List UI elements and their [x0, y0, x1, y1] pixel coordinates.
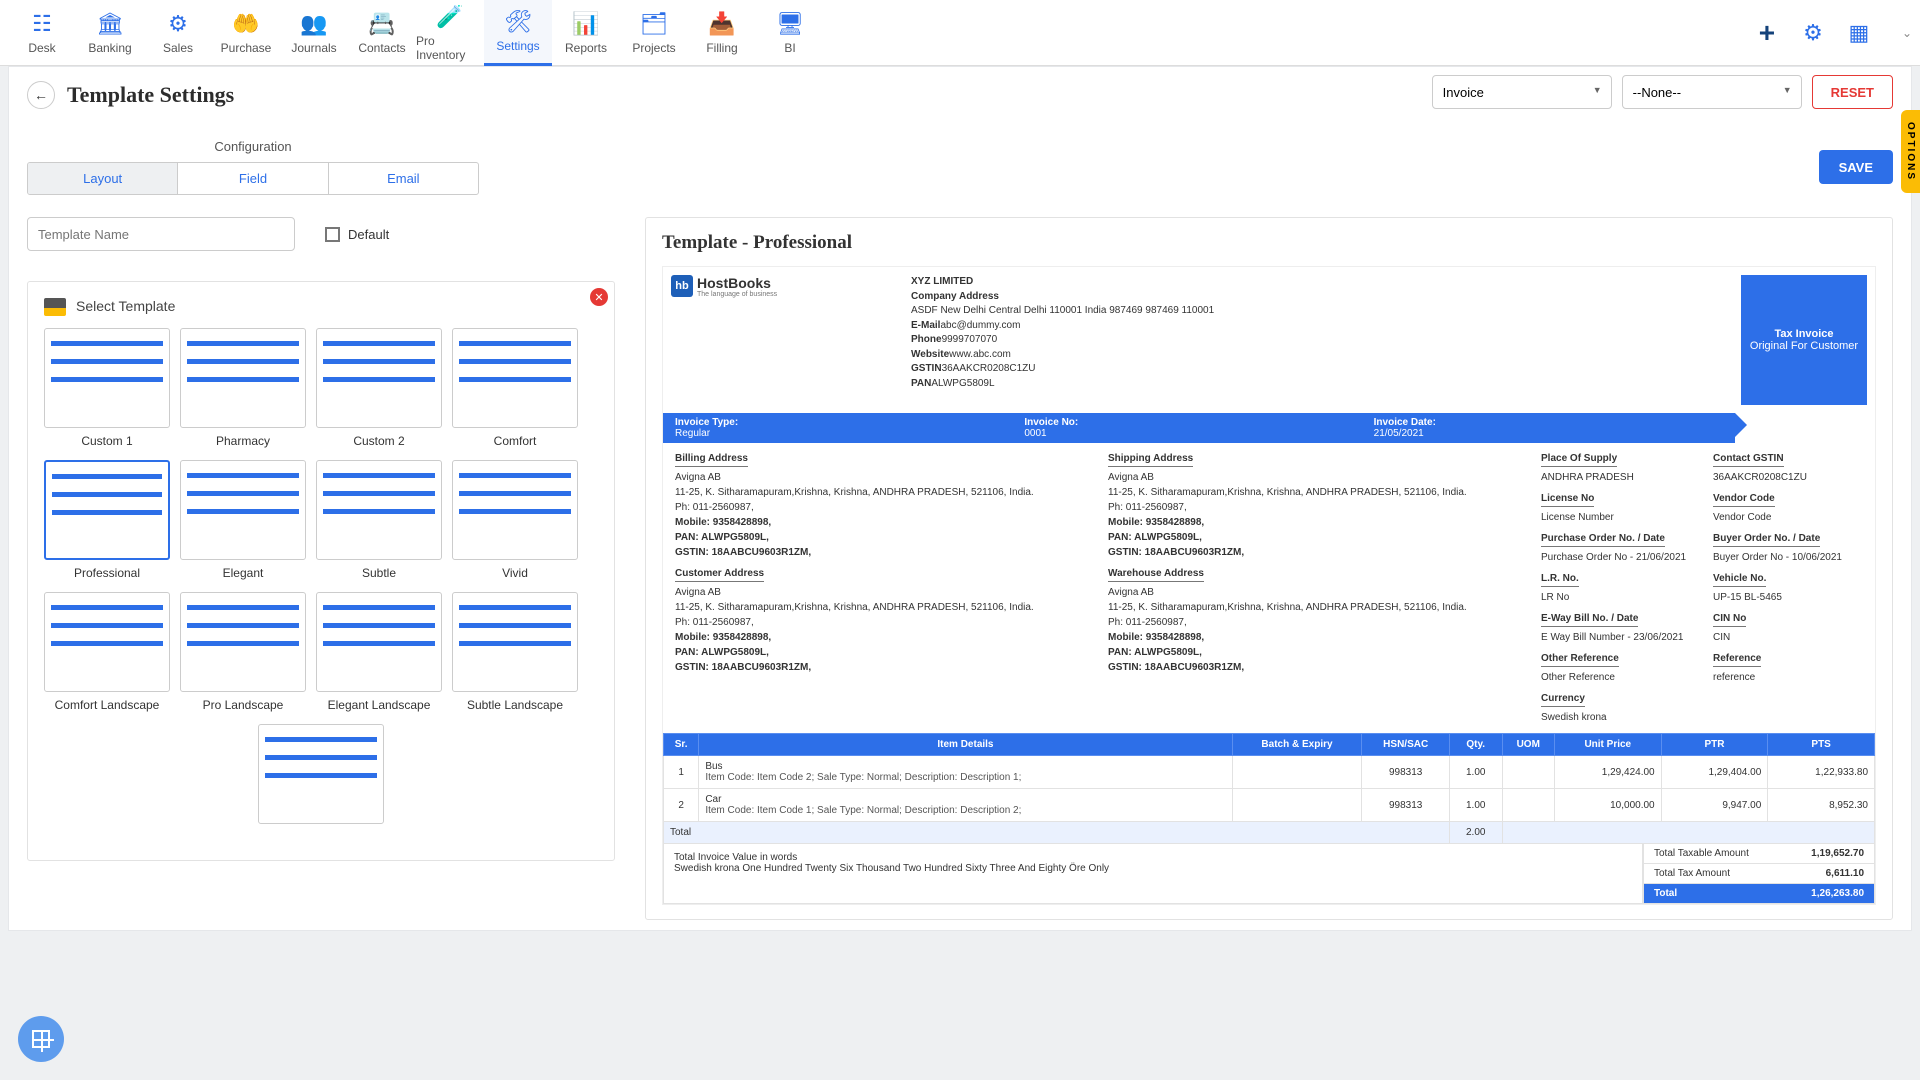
- nav-bi[interactable]: 🖥BI: [756, 0, 824, 66]
- preview-panel: Template - Professional hb HostBooksThe …: [645, 217, 1893, 920]
- template-card[interactable]: Custom 2: [316, 328, 442, 448]
- template-card[interactable]: Vivid: [452, 460, 578, 580]
- template-card[interactable]: Professional: [44, 460, 170, 580]
- template-card[interactable]: Elegant: [180, 460, 306, 580]
- save-button[interactable]: SAVE: [1819, 150, 1893, 184]
- invoice-banner: Invoice Type:Regular Invoice No:0001 Inv…: [663, 413, 1735, 443]
- template-card[interactable]: Subtle Landscape: [452, 592, 578, 712]
- back-button[interactable]: ←: [27, 81, 55, 109]
- close-icon[interactable]: ✕: [590, 288, 608, 306]
- template-card[interactable]: Elegant Landscape: [316, 592, 442, 712]
- company-info: XYZ LIMITED Company Address ASDF New Del…: [911, 275, 1741, 405]
- items-table: Sr.Item DetailsBatch & ExpiryHSN/SACQty.…: [663, 733, 1875, 844]
- nav-filling[interactable]: 📥Filling: [688, 0, 756, 66]
- tax-invoice-box: Tax InvoiceOriginal For Customer: [1741, 275, 1867, 405]
- header-caret-icon[interactable]: ⌄: [1902, 26, 1912, 40]
- brand-logo: hb HostBooksThe language of business: [671, 275, 911, 405]
- nav-contacts[interactable]: 📇Contacts: [348, 0, 416, 66]
- default-checkbox[interactable]: Default: [325, 227, 389, 242]
- template-card[interactable]: Pro Landscape: [180, 592, 306, 712]
- apps-fab[interactable]: [18, 1016, 64, 1062]
- nav-reports[interactable]: 📊Reports: [552, 0, 620, 66]
- preview-title: Template - Professional: [662, 232, 1876, 254]
- nav-desk[interactable]: ☷Desk: [8, 0, 76, 66]
- doc-type-select[interactable]: Invoice: [1432, 75, 1612, 109]
- template-card[interactable]: Comfort Landscape: [44, 592, 170, 712]
- top-right-controls: Invoice --None-- RESET: [1432, 75, 1893, 109]
- nav-banking[interactable]: 🏛Banking: [76, 0, 144, 66]
- top-nav: ☷Desk 🏛Banking ⚙Sales 🤲Purchase 👥Journal…: [0, 0, 1920, 66]
- grid-icon: [32, 1030, 50, 1048]
- tab-email[interactable]: Email: [328, 163, 478, 194]
- profile-select[interactable]: --None--: [1622, 75, 1802, 109]
- template-card[interactable]: Pharmacy: [180, 328, 306, 448]
- select-template-panel: ✕ Select Template Custom 1PharmacyCustom…: [27, 281, 615, 861]
- add-button[interactable]: +: [1750, 16, 1784, 50]
- settings-gear-icon[interactable]: ⚙: [1796, 16, 1830, 50]
- reset-button[interactable]: RESET: [1812, 75, 1893, 109]
- nav-journals[interactable]: 👥Journals: [280, 0, 348, 66]
- configuration-title: Configuration: [27, 139, 479, 154]
- options-tab[interactable]: OPTIONS: [1901, 110, 1920, 193]
- template-card[interactable]: Custom 1: [44, 328, 170, 448]
- tab-field[interactable]: Field: [177, 163, 327, 194]
- apps-icon[interactable]: ▦: [1842, 16, 1876, 50]
- configuration-block: Configuration Layout Field Email: [27, 139, 479, 195]
- nav-projects[interactable]: 🗂Projects: [620, 0, 688, 66]
- page-title: Template Settings: [67, 82, 234, 108]
- page: Invoice --None-- RESET ← Template Settin…: [8, 66, 1912, 931]
- nav-purchase[interactable]: 🤲Purchase: [212, 0, 280, 66]
- template-name-input[interactable]: [27, 217, 295, 251]
- select-template-title: Select Template: [76, 298, 175, 314]
- nav-pro-inventory[interactable]: 🧪Pro Inventory: [416, 0, 484, 66]
- nav-sales[interactable]: ⚙Sales: [144, 0, 212, 66]
- template-card[interactable]: Comfort: [452, 328, 578, 448]
- template-icon: [44, 298, 66, 314]
- tab-layout[interactable]: Layout: [28, 163, 177, 194]
- nav-settings[interactable]: 🛠Settings: [484, 0, 552, 66]
- invoice-preview: hb HostBooksThe language of business XYZ…: [662, 266, 1876, 905]
- left-column: Default ✕ Select Template Custom 1Pharma…: [27, 217, 615, 920]
- template-card[interactable]: Subtle: [316, 460, 442, 580]
